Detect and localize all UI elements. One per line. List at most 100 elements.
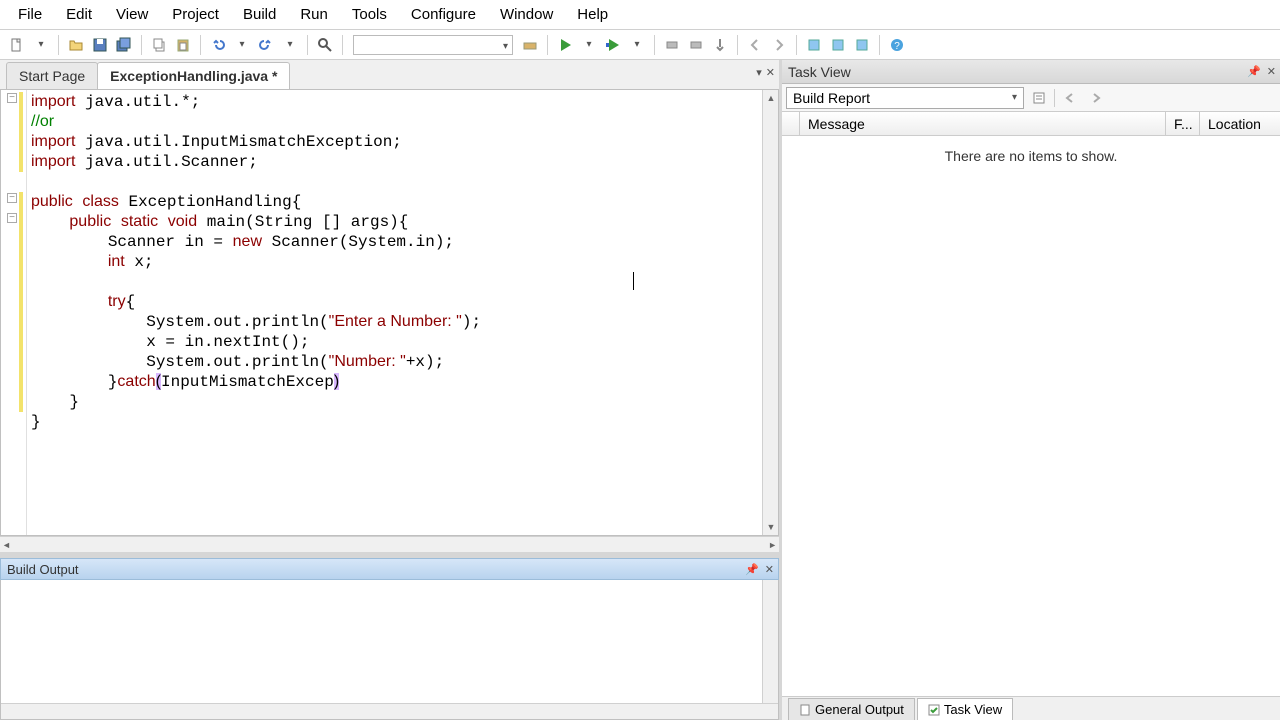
toolbar: ? bbox=[0, 30, 1280, 60]
col-icon[interactable] bbox=[782, 112, 800, 135]
menu-window[interactable]: Window bbox=[488, 2, 565, 27]
code-editor[interactable]: − − − import java.util.*; //or import ja… bbox=[0, 90, 779, 536]
step-out-button[interactable] bbox=[709, 34, 731, 56]
separator bbox=[58, 35, 59, 55]
editor-tabs: Start Page ExceptionHandling.java * ▾ ✕ bbox=[0, 60, 779, 90]
pin-icon[interactable]: 📌 bbox=[1247, 65, 1261, 78]
task-view-body[interactable]: There are no items to show. bbox=[782, 136, 1280, 696]
close-icon[interactable]: ✕ bbox=[765, 563, 774, 576]
left-pane: Start Page ExceptionHandling.java * ▾ ✕ … bbox=[0, 60, 782, 720]
build-output-body[interactable] bbox=[0, 580, 779, 720]
text-caret bbox=[633, 272, 634, 290]
close-icon[interactable]: ✕ bbox=[1267, 65, 1276, 78]
fold-toggle[interactable]: − bbox=[7, 213, 17, 223]
redo-dropdown[interactable] bbox=[279, 34, 301, 56]
build-output-title: Build Output bbox=[7, 562, 79, 577]
col-file[interactable]: F... bbox=[1166, 112, 1200, 135]
menu-help[interactable]: Help bbox=[565, 2, 620, 27]
menu-edit[interactable]: Edit bbox=[54, 2, 104, 27]
nav-back-button[interactable] bbox=[744, 34, 766, 56]
buildout-horizontal-scrollbar[interactable] bbox=[1, 703, 778, 719]
code-area[interactable]: import java.util.*; //or import java.uti… bbox=[27, 90, 762, 535]
step-into-button[interactable] bbox=[685, 34, 707, 56]
help-button[interactable]: ? bbox=[886, 34, 908, 56]
scroll-right-arrow[interactable]: ► bbox=[768, 540, 777, 550]
col-message[interactable]: Message bbox=[800, 112, 1166, 135]
tab-task-view[interactable]: Task View bbox=[917, 698, 1013, 720]
svg-text:?: ? bbox=[894, 41, 900, 52]
separator bbox=[737, 35, 738, 55]
separator bbox=[654, 35, 655, 55]
tab-list-dropdown[interactable]: ▾ bbox=[756, 66, 762, 79]
col-location[interactable]: Location bbox=[1200, 112, 1280, 135]
target-dropdown[interactable] bbox=[353, 35, 513, 55]
tab-start-page[interactable]: Start Page bbox=[6, 62, 98, 89]
build-button[interactable] bbox=[519, 34, 541, 56]
scroll-down-arrow[interactable]: ▼ bbox=[763, 519, 779, 535]
menubar: File Edit View Project Build Run Tools C… bbox=[0, 0, 1280, 30]
bookmark-prev-button[interactable] bbox=[827, 34, 849, 56]
document-icon bbox=[799, 704, 811, 716]
separator bbox=[796, 35, 797, 55]
run-dropdown[interactable] bbox=[578, 34, 600, 56]
separator bbox=[307, 35, 308, 55]
save-all-button[interactable] bbox=[113, 34, 135, 56]
prev-task-button[interactable] bbox=[1059, 87, 1081, 109]
tab-exceptionhandling[interactable]: ExceptionHandling.java * bbox=[97, 62, 290, 89]
separator bbox=[1054, 89, 1055, 107]
run-button[interactable] bbox=[554, 34, 576, 56]
open-button[interactable] bbox=[65, 34, 87, 56]
separator bbox=[879, 35, 880, 55]
menu-run[interactable]: Run bbox=[288, 2, 340, 27]
separator bbox=[342, 35, 343, 55]
menu-project[interactable]: Project bbox=[160, 2, 231, 27]
menu-tools[interactable]: Tools bbox=[340, 2, 399, 27]
undo-dropdown[interactable] bbox=[231, 34, 253, 56]
new-file-dropdown[interactable] bbox=[30, 34, 52, 56]
scroll-up-arrow[interactable]: ▲ bbox=[763, 90, 779, 106]
task-view-bottom-tabs: General Output Task View bbox=[782, 696, 1280, 720]
save-button[interactable] bbox=[89, 34, 111, 56]
task-view-pane: Task View 📌 ✕ Build Report▾ Message F... bbox=[782, 60, 1280, 720]
tab-general-output[interactable]: General Output bbox=[788, 698, 915, 720]
copy-button[interactable] bbox=[148, 34, 170, 56]
tab-close-button[interactable]: ✕ bbox=[766, 66, 775, 79]
buildout-vertical-scrollbar[interactable] bbox=[762, 580, 778, 703]
menu-configure[interactable]: Configure bbox=[399, 2, 488, 27]
bookmark-next-button[interactable] bbox=[851, 34, 873, 56]
undo-button[interactable] bbox=[207, 34, 229, 56]
step-over-button[interactable] bbox=[661, 34, 683, 56]
checklist-icon bbox=[928, 704, 940, 716]
editor-vertical-scrollbar[interactable]: ▲ ▼ bbox=[762, 90, 778, 535]
new-file-button[interactable] bbox=[6, 34, 28, 56]
task-view-columns: Message F... Location bbox=[782, 112, 1280, 136]
options-button[interactable] bbox=[1028, 87, 1050, 109]
task-view-header: Task View 📌 ✕ bbox=[782, 60, 1280, 84]
debug-run-button[interactable] bbox=[602, 34, 624, 56]
redo-button[interactable] bbox=[255, 34, 277, 56]
build-output-header: Build Output 📌 ✕ bbox=[0, 558, 779, 580]
separator bbox=[200, 35, 201, 55]
separator bbox=[547, 35, 548, 55]
change-marker bbox=[19, 192, 23, 412]
separator bbox=[141, 35, 142, 55]
menu-file[interactable]: File bbox=[6, 2, 54, 27]
change-marker bbox=[19, 92, 23, 172]
task-view-title: Task View bbox=[788, 64, 851, 80]
find-button[interactable] bbox=[314, 34, 336, 56]
pin-icon[interactable]: 📌 bbox=[745, 563, 759, 576]
fold-toggle[interactable]: − bbox=[7, 193, 17, 203]
next-task-button[interactable] bbox=[1085, 87, 1107, 109]
editor-gutter[interactable]: − − − bbox=[1, 90, 27, 535]
bookmark-button[interactable] bbox=[803, 34, 825, 56]
main-area: Start Page ExceptionHandling.java * ▾ ✕ … bbox=[0, 60, 1280, 720]
nav-forward-button[interactable] bbox=[768, 34, 790, 56]
fold-toggle[interactable]: − bbox=[7, 93, 17, 103]
menu-view[interactable]: View bbox=[104, 2, 160, 27]
task-filter-dropdown[interactable]: Build Report▾ bbox=[786, 87, 1024, 109]
paste-button[interactable] bbox=[172, 34, 194, 56]
scroll-left-arrow[interactable]: ◄ bbox=[2, 540, 11, 550]
debug-run-dropdown[interactable] bbox=[626, 34, 648, 56]
editor-horizontal-scrollbar[interactable]: ◄ ► bbox=[0, 536, 779, 552]
menu-build[interactable]: Build bbox=[231, 2, 288, 27]
